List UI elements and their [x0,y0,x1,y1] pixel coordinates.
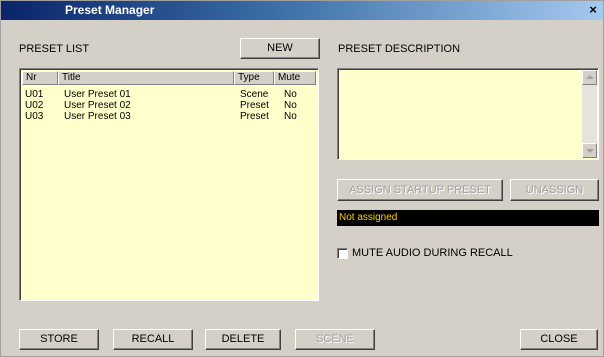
scene-button[interactable]: SCENE [295,329,375,350]
delete-button[interactable]: DELETE [205,329,281,350]
preset-nr: U02 [25,100,44,111]
assign-startup-preset-button[interactable]: ASSIGN STARTUP PRESET [337,179,503,201]
window-title: Preset Manager [65,3,155,17]
preset-description-field[interactable] [337,68,599,160]
new-button[interactable]: NEW [240,38,320,59]
column-header-nr[interactable]: Nr [22,71,58,85]
recall-button[interactable]: RECALL [113,329,193,350]
column-header-type[interactable]: Type [234,71,274,85]
scroll-down-button[interactable] [582,143,597,158]
startup-status: Not assigned [337,210,599,226]
close-button[interactable]: CLOSE [520,329,598,350]
title-bar[interactable]: Preset Manager × [1,1,603,20]
unassign-button[interactable]: UNASSIGN [510,179,599,201]
preset-nr: U01 [25,89,44,100]
close-window-icon[interactable]: × [585,2,601,18]
preset-title: User Preset 02 [64,100,131,111]
preset-title: User Preset 01 [64,89,131,100]
scroll-up-button[interactable] [582,70,597,85]
mute-audio-label: MUTE AUDIO DURING RECALL [352,247,513,259]
preset-mute: No [284,89,297,100]
preset-mute: No [284,100,297,111]
preset-type: Scene [240,89,269,100]
preset-description-label: PRESET DESCRIPTION [338,43,461,55]
preset-title: User Preset 03 [64,111,131,122]
preset-mute: No [284,111,297,122]
mute-audio-checkbox[interactable] [337,248,348,259]
store-button[interactable]: STORE [19,329,99,350]
description-scrollbar[interactable] [582,70,597,158]
preset-type: Preset [240,111,269,122]
preset-list[interactable]: Nr Title Type Mute U01 User Preset 01 Sc… [19,68,319,301]
preset-nr: U03 [25,111,44,122]
preset-type: Preset [240,100,269,111]
preset-manager-window: Preset Manager × PRESET LIST NEW Nr Titl… [0,0,604,357]
preset-list-label: PRESET LIST [19,43,90,55]
arrow-down-icon [586,149,594,153]
column-header-mute[interactable]: Mute [274,71,316,85]
arrow-up-icon [586,75,594,79]
column-header-title[interactable]: Title [58,71,234,85]
